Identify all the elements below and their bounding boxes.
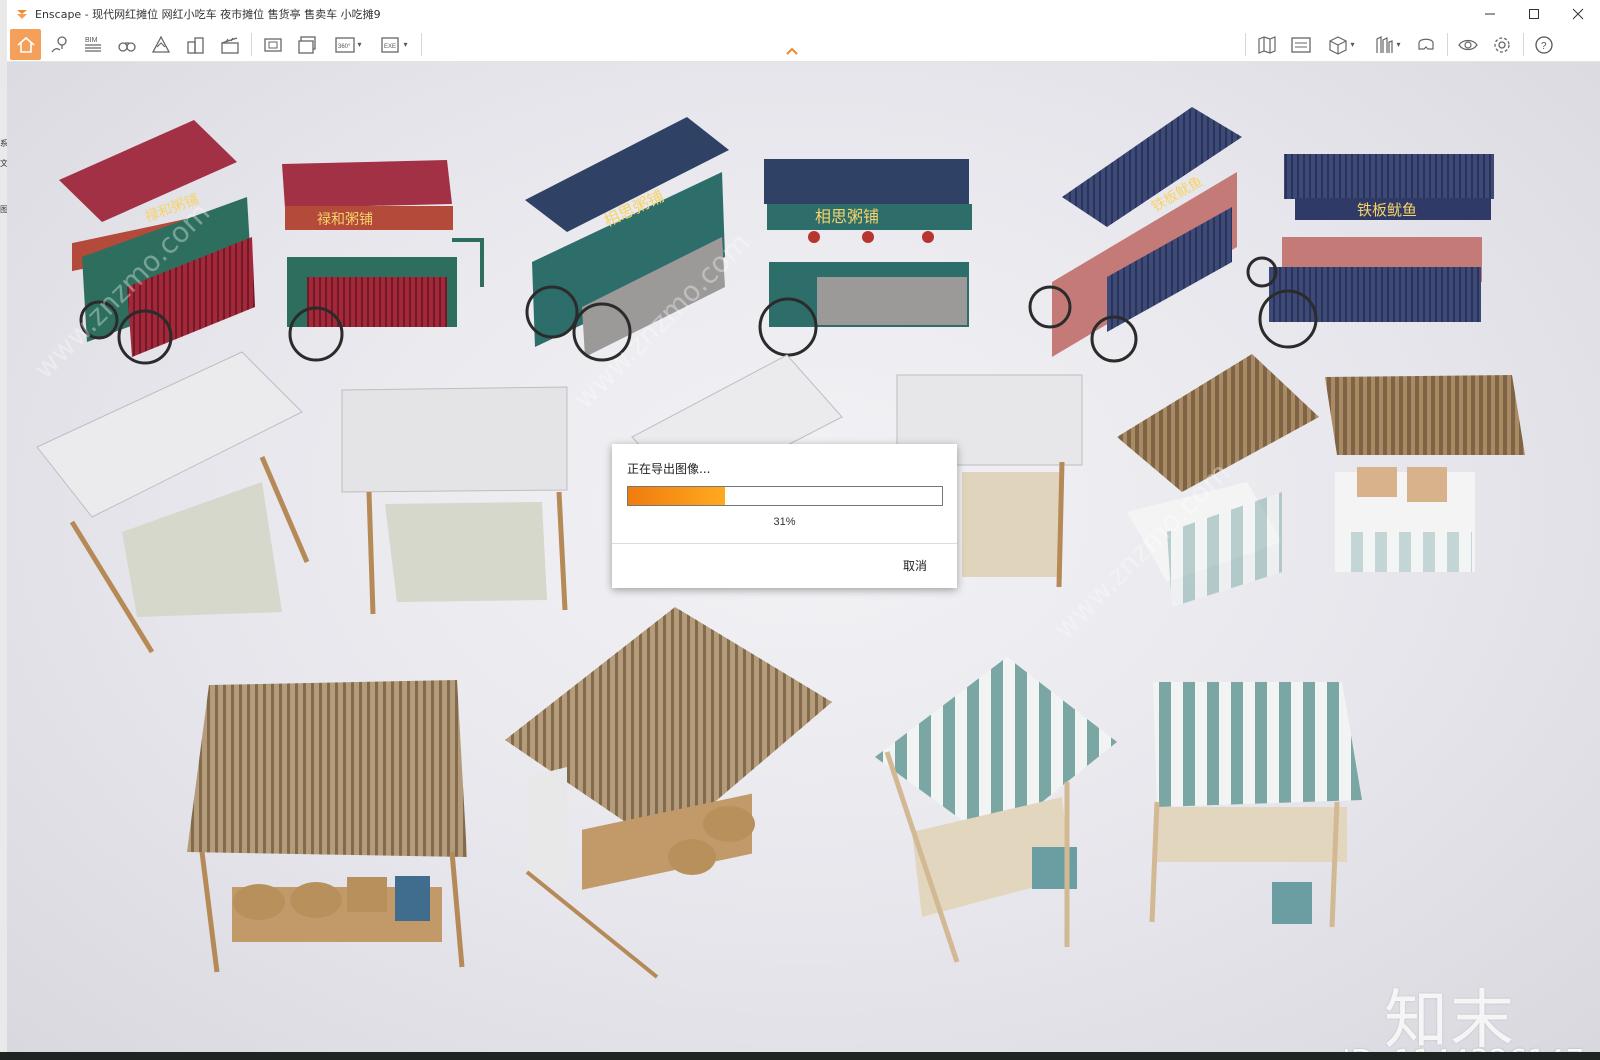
cancel-button[interactable]: 取消: [903, 557, 927, 574]
collapse-toolbar-chevron-icon[interactable]: [785, 46, 799, 56]
exe-label: EXE: [384, 44, 396, 50]
stall-canvas-2: [341, 386, 568, 615]
clapper-icon: [221, 36, 239, 54]
cart-blue-2: 相思粥铺: [758, 159, 972, 357]
toolbar-separator: [1447, 33, 1448, 56]
export-exe-icon: EXE: [381, 36, 400, 53]
cube-icon: [1329, 35, 1348, 55]
minimize-icon: [1485, 13, 1495, 14]
toolbar: BIM 360° ▾ EXE ▾ ▾ ▾ ?: [7, 27, 1600, 62]
toolbar-separator: [421, 33, 422, 56]
help-icon: ?: [1535, 35, 1553, 54]
dialog-title: 正在导出图像...: [627, 462, 711, 476]
chevron-down-icon: ▾: [1350, 40, 1355, 49]
bim-icon: BIM: [85, 37, 101, 52]
visual-settings-icon: [1291, 36, 1311, 53]
settings-button[interactable]: [1488, 29, 1516, 60]
panorama-360-icon: 360°: [335, 36, 356, 53]
desktop-background: [0, 1052, 1600, 1060]
location-button[interactable]: [45, 29, 73, 60]
window-title: Enscape - 现代网红摊位 网红小吃车 夜市摊位 售货亭 售卖车 小吃摊9: [35, 7, 381, 21]
chevron-down-icon: ▾: [357, 40, 362, 49]
buildings-icon: [187, 36, 204, 54]
home-button[interactable]: [10, 29, 41, 60]
window-controls: [1468, 0, 1600, 27]
stall-striped-1: [875, 657, 1117, 963]
chevron-down-icon: ▾: [403, 40, 408, 49]
visibility-button[interactable]: [1454, 29, 1482, 60]
gear-icon: [1494, 36, 1510, 53]
cart-sign: 禄和粥铺: [317, 211, 373, 227]
screenshot-button[interactable]: [259, 29, 287, 60]
progress-percent: 31%: [773, 516, 796, 528]
svg-text:?: ?: [1541, 41, 1547, 52]
export-dialog: 正在导出图像... 31% 取消: [612, 444, 957, 588]
headset-icon: [1418, 38, 1434, 50]
title-bar: Enscape - 现代网红摊位 网红小吃车 夜市摊位 售货亭 售卖车 小吃摊9: [7, 0, 1600, 27]
chevron-down-icon: ▾: [1396, 40, 1401, 49]
eye-icon: [1458, 39, 1478, 50]
asset-library-icon: [1376, 35, 1394, 53]
dialog-divider: [612, 543, 957, 544]
cart-pink-1: 铁板鱿鱼: [1028, 107, 1242, 363]
minimize-button[interactable]: [1468, 0, 1512, 27]
stall-wood-roof-2: [1325, 375, 1525, 572]
close-icon: [1572, 8, 1584, 19]
toolbar-separator: [251, 33, 252, 56]
watermark-logo: 知末: [1384, 984, 1516, 1052]
vr-headset-button[interactable]: [1412, 29, 1440, 60]
export-exe-button[interactable]: EXE ▾: [373, 29, 415, 60]
binoculars-button[interactable]: [113, 29, 141, 60]
landscape-button[interactable]: [147, 29, 175, 60]
bim-button[interactable]: BIM: [79, 29, 107, 60]
stall-slat-2: [505, 607, 832, 979]
enscape-logo-icon: [17, 9, 27, 19]
asset-library-button[interactable]: ▾: [1367, 29, 1407, 60]
binoculars-icon: [118, 41, 136, 52]
map-button[interactable]: [1253, 29, 1281, 60]
stall-canvas-1: [36, 351, 310, 654]
toolbar-separator: [1523, 33, 1524, 56]
cart-red-2: 禄和粥铺: [282, 160, 484, 362]
cart-sign: 铁板鱿鱼: [1357, 201, 1417, 219]
toolbar-separator: [1245, 33, 1246, 56]
maximize-button[interactable]: [1512, 0, 1556, 27]
bim-label: BIM: [85, 37, 98, 44]
background-window-strip: 系 文 图: [0, 0, 8, 1060]
panorama-label: 360°: [338, 44, 351, 50]
batch-render-icon: [298, 35, 316, 54]
map-icon: [1258, 35, 1276, 54]
cart-pink-2: 铁板鱿鱼: [1246, 154, 1494, 349]
watermark-id: ID: 1144326147: [1342, 1044, 1584, 1052]
home-icon: [16, 36, 35, 53]
panorama-button[interactable]: 360° ▾: [327, 29, 369, 60]
screenshot-icon: [264, 37, 282, 52]
stall-slat-1: [187, 680, 467, 973]
stall-striped-2: [1149, 682, 1362, 928]
maximize-icon: [1529, 8, 1539, 19]
batch-render-button[interactable]: [293, 29, 321, 60]
video-editor-button[interactable]: [216, 29, 244, 60]
close-button[interactable]: [1556, 0, 1600, 27]
help-button[interactable]: ?: [1530, 29, 1558, 60]
progress-fill: [628, 487, 726, 505]
cart-sign: 相思粥铺: [815, 208, 879, 226]
location-pin-icon: [51, 35, 67, 52]
view-mode-button[interactable]: ▾: [1321, 29, 1361, 60]
cart-blue-1: 相思粥铺: [525, 117, 729, 362]
buildings-button[interactable]: [182, 29, 210, 60]
progress-bar: [627, 486, 943, 506]
settings-panel-button[interactable]: [1287, 29, 1315, 60]
landscape-icon: [151, 35, 171, 53]
